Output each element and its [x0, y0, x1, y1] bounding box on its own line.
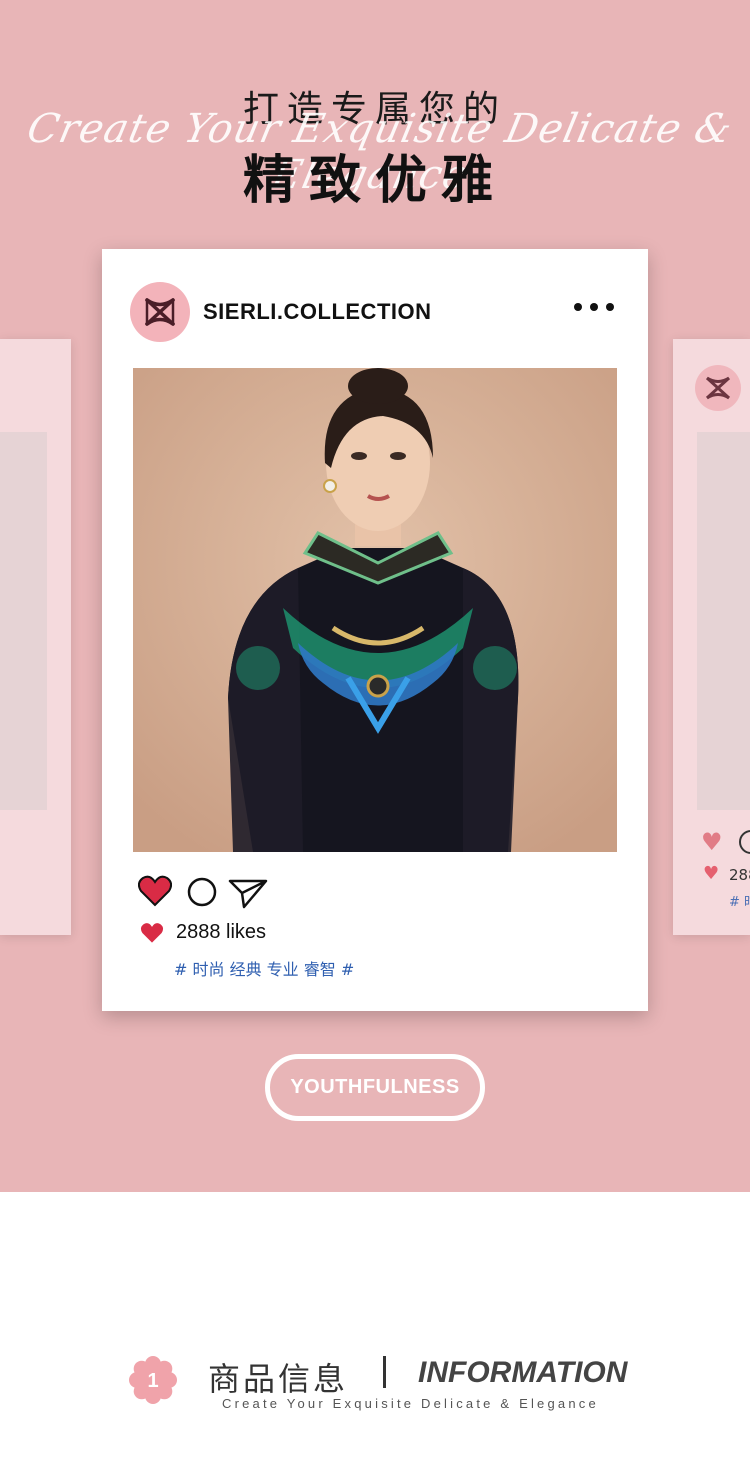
side-logo-icon: [695, 365, 741, 411]
info-title-cn: 商品信息: [208, 1360, 349, 1398]
side-tag-text: # 时: [729, 895, 750, 910]
info-subtitle: Create Your Exquisite Delicate & Eleganc…: [222, 1396, 599, 1411]
side-likes-heart-icon: ♥: [703, 863, 720, 884]
flower-badge-icon: 1: [129, 1356, 177, 1404]
side-card-image-placeholder: [0, 432, 47, 810]
side-card-image-placeholder: [697, 432, 750, 810]
svg-text:1: 1: [147, 1370, 158, 1392]
more-dots-icon[interactable]: [574, 303, 614, 317]
likes-count: 2888 likes: [176, 921, 267, 943]
divider: [383, 1356, 386, 1388]
side-card-left: [0, 339, 71, 935]
side-card-right: ♥ ♥ 288 # 时: [673, 339, 750, 935]
side-likes-text: 288: [729, 866, 750, 884]
likes-heart-icon: [140, 922, 164, 943]
info-title-en: INFORMATION: [418, 1356, 628, 1389]
logo-monogram-icon[interactable]: [130, 282, 190, 342]
side-heart-icon: ♥: [701, 828, 723, 856]
hashtags[interactable]: # 时尚 经典 专业 睿智 #: [174, 956, 354, 980]
share-icon[interactable]: [228, 877, 268, 913]
youthfulness-button[interactable]: YOUTHFULNESS: [265, 1054, 485, 1121]
heart-icon[interactable]: [137, 875, 173, 911]
likes-row: 2888 likes: [140, 921, 266, 944]
side-comment-icon: [739, 830, 750, 854]
headline-main: 精致优雅: [242, 151, 507, 211]
comment-icon[interactable]: [186, 876, 218, 912]
post-card: SIERLI.COLLECTION 2888 likes # 时尚 经典 专业 …: [102, 249, 648, 1011]
username[interactable]: SIERLI.COLLECTION: [203, 299, 432, 325]
model-photo: [133, 368, 617, 852]
